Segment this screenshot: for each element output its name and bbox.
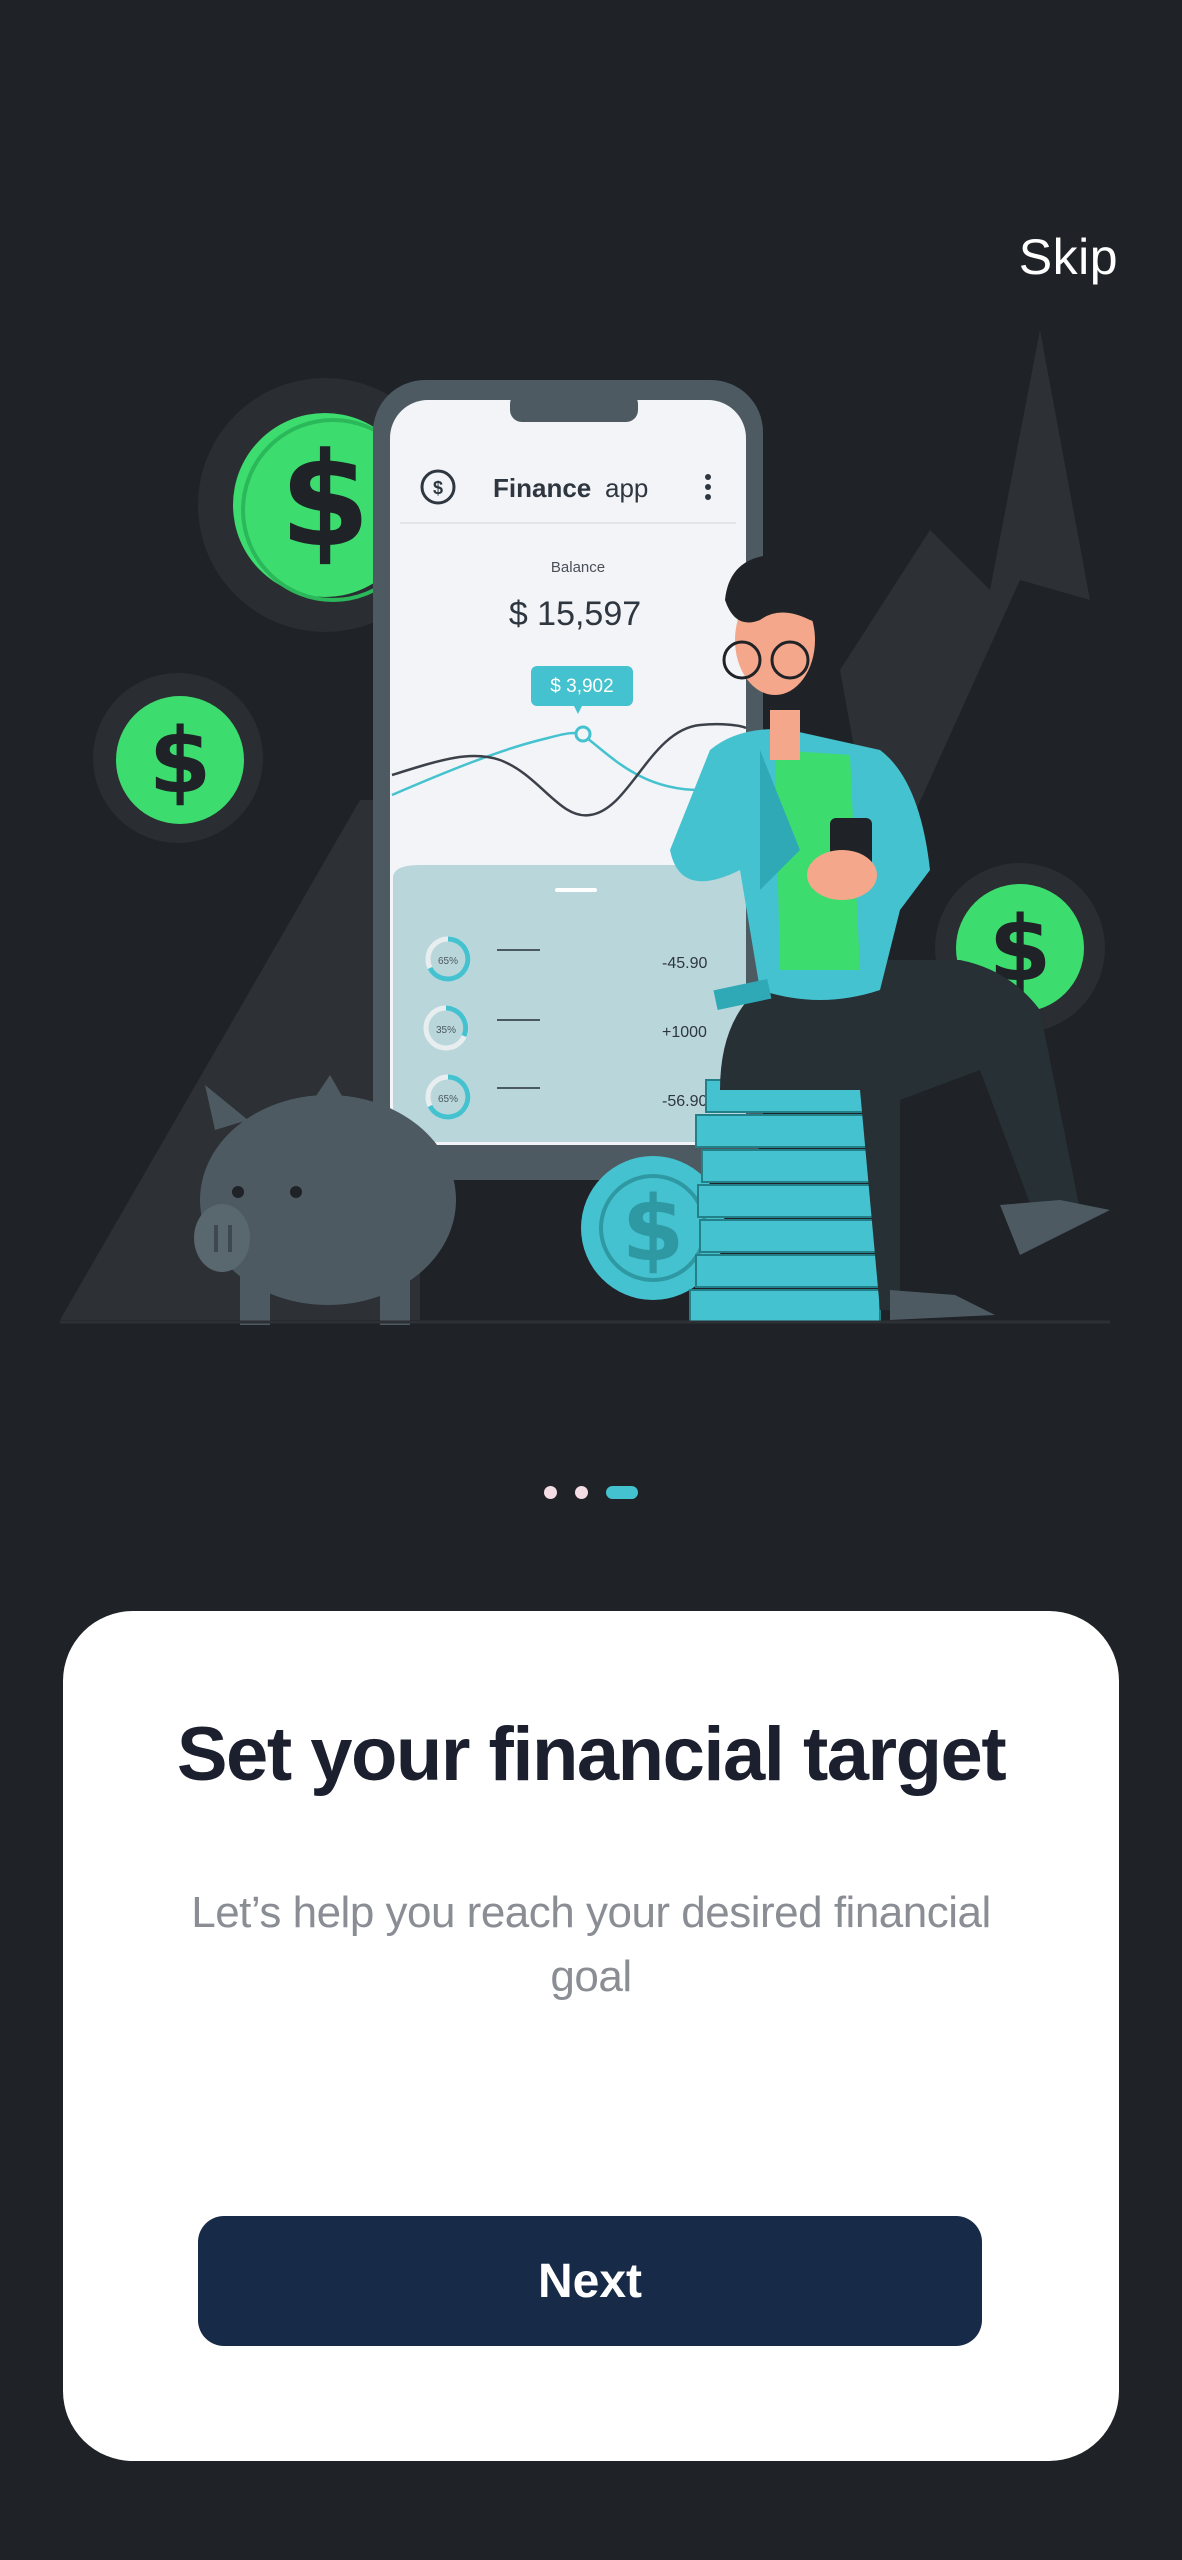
page-title: Set your financial target xyxy=(176,1712,1007,1797)
svg-text:-45.90: -45.90 xyxy=(662,955,707,972)
pagination-dot[interactable] xyxy=(575,1486,588,1499)
svg-text:+1000: +1000 xyxy=(662,1024,707,1041)
skip-button[interactable]: Skip xyxy=(1019,228,1118,286)
page-subtitle: Let’s help you reach your desired financ… xyxy=(191,1888,991,2001)
svg-text:65%: 65% xyxy=(438,956,458,967)
next-button[interactable]: Next xyxy=(198,2216,982,2346)
svg-text:Balance: Balance xyxy=(551,559,605,576)
pagination-dot-active[interactable] xyxy=(606,1486,638,1499)
svg-text:app: app xyxy=(605,473,648,503)
onboarding-illustration: $ $ $ $ Finance app Balance $ 15,597 $ 3… xyxy=(60,330,1110,1325)
onboarding-card: Set your financial target Let’s help you… xyxy=(63,1611,1119,2461)
svg-text:$: $ xyxy=(622,1177,685,1282)
svg-text:$: $ xyxy=(433,478,443,498)
svg-text:$: $ xyxy=(149,709,212,814)
svg-text:35%: 35% xyxy=(436,1025,456,1036)
pagination-indicator xyxy=(0,1486,1182,1499)
svg-text:-56.90: -56.90 xyxy=(662,1093,707,1110)
pagination-dot[interactable] xyxy=(544,1486,557,1499)
svg-text:65%: 65% xyxy=(438,1094,458,1105)
phone-app-title: Finance xyxy=(493,473,591,503)
phone-balance: $ 15,597 xyxy=(509,595,641,633)
svg-text:$ 3,902: $ 3,902 xyxy=(550,676,613,697)
dollar-coin-icon: $ xyxy=(93,673,263,843)
svg-text:$: $ xyxy=(280,424,370,576)
